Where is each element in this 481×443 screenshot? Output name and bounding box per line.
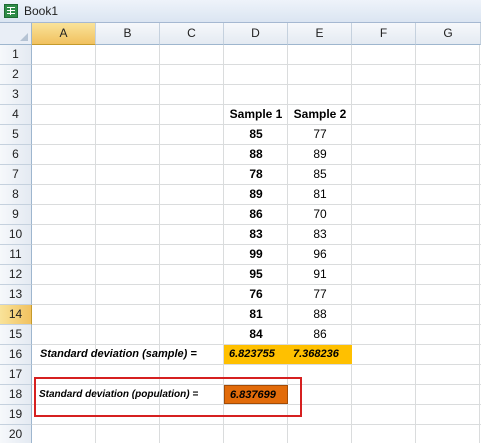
cell-e16-stdev-sample-2[interactable]: 7.368236	[288, 345, 352, 364]
row-header-1[interactable]: 1	[0, 45, 32, 65]
row-header-10[interactable]: 10	[0, 225, 32, 245]
cell-d11-sample1[interactable]: 95	[224, 265, 288, 284]
cell-d4-sample1[interactable]: 85	[224, 125, 288, 144]
select-all-corner[interactable]	[0, 23, 32, 45]
column-header-e[interactable]: E	[288, 23, 352, 45]
cell-e10-sample2[interactable]: 96	[288, 245, 352, 264]
cell-e3-sample2-header[interactable]: Sample 2	[288, 105, 352, 124]
excel-workbook-icon	[4, 4, 18, 18]
row-header-3[interactable]: 3	[0, 85, 32, 105]
workbook-title: Book1	[24, 4, 59, 18]
cell-e6-sample2[interactable]: 85	[288, 165, 352, 184]
row-header-15[interactable]: 15	[0, 325, 32, 345]
cell-d13-sample1[interactable]: 81	[224, 305, 288, 324]
row-header-18[interactable]: 18	[0, 385, 32, 405]
cell-d5-sample1[interactable]: 88	[224, 145, 288, 164]
worksheet-grid[interactable]: ABCDEFG 1 2 3 4 5 6 7 8 9 10 11 12 13 14 15 16 17 18 19 20 …	[0, 23, 481, 443]
column-header-b[interactable]: B	[96, 23, 160, 45]
row-header-19[interactable]: 19	[0, 405, 32, 425]
cell-e11-sample2[interactable]: 91	[288, 265, 352, 284]
cell-d14-sample1[interactable]: 84	[224, 325, 288, 344]
cell-e9-sample2[interactable]: 83	[288, 225, 352, 244]
row-header-2[interactable]: 2	[0, 65, 32, 85]
row-header-16[interactable]: 16	[0, 345, 32, 365]
cell-e14-sample2[interactable]: 86	[288, 325, 352, 344]
row-header-6[interactable]: 6	[0, 145, 32, 165]
cell-d6-sample1[interactable]: 78	[224, 165, 288, 184]
row-header-12[interactable]: 12	[0, 265, 32, 285]
row-header-11[interactable]: 11	[0, 245, 32, 265]
cell-d8-sample1[interactable]: 86	[224, 205, 288, 224]
cell-d12-sample1[interactable]: 76	[224, 285, 288, 304]
row-header-8[interactable]: 8	[0, 185, 32, 205]
red-highlight-box	[34, 377, 302, 417]
cell-e5-sample2[interactable]: 89	[288, 145, 352, 164]
row-header-7[interactable]: 7	[0, 165, 32, 185]
cell-e8-sample2[interactable]: 70	[288, 205, 352, 224]
row-header-20[interactable]: 20	[0, 425, 32, 443]
row-header-13[interactable]: 13	[0, 285, 32, 305]
column-header-c[interactable]: C	[160, 23, 224, 45]
title-bar: Book1	[0, 0, 481, 23]
row-header-17[interactable]: 17	[0, 365, 32, 385]
column-header-g[interactable]: G	[416, 23, 481, 45]
cell-d16-stdev-sample-1[interactable]: 6.823755	[224, 345, 288, 364]
cell-d9-sample1[interactable]: 83	[224, 225, 288, 244]
column-header-f[interactable]: F	[352, 23, 416, 45]
cell-d7-sample1[interactable]: 89	[224, 185, 288, 204]
cell-e4-sample2[interactable]: 77	[288, 125, 352, 144]
column-header-d[interactable]: D	[224, 23, 288, 45]
row-header-4[interactable]: 4	[0, 105, 32, 125]
cell-e13-sample2[interactable]: 88	[288, 305, 352, 324]
row-header-9[interactable]: 9	[0, 205, 32, 225]
cell-a16-stdev-sample-label[interactable]: Standard deviation (sample) =	[32, 345, 224, 364]
column-header-a[interactable]: A	[32, 23, 96, 45]
cell-d3-sample1-header[interactable]: Sample 1	[224, 105, 288, 124]
row-header-5[interactable]: 5	[0, 125, 32, 145]
cell-e12-sample2[interactable]: 77	[288, 285, 352, 304]
excel-window: Book1 ABCDEFG 1 2 3 4 5 6 7 8 9 10 11 12 13 14 15 16 17 1…	[0, 0, 481, 443]
cell-e7-sample2[interactable]: 81	[288, 185, 352, 204]
cell-area[interactable]: Sample 1 Sample 2 85 77 88 89 78 85 89 81 86 70 83…	[32, 45, 481, 443]
cell-d10-sample1[interactable]: 99	[224, 245, 288, 264]
row-header-14[interactable]: 14	[0, 305, 32, 325]
